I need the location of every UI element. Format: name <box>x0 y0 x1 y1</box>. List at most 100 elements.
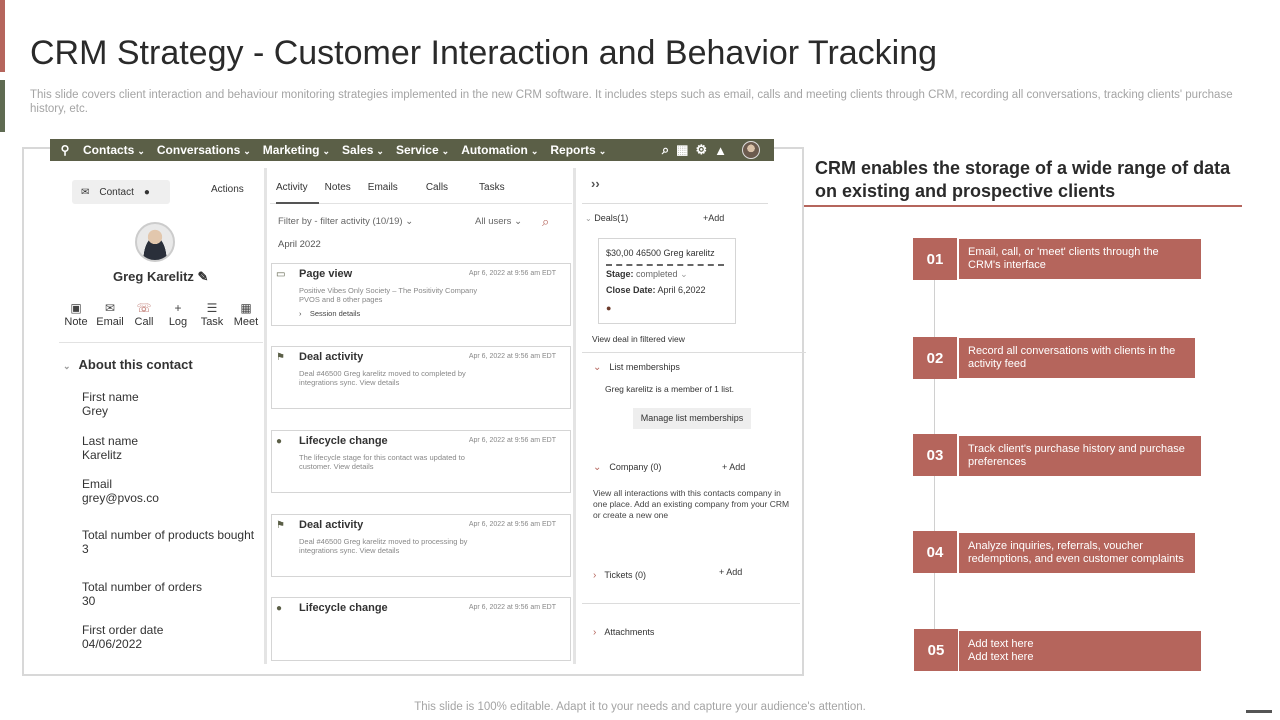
list-membership-text: Greg karelitz is a member of 1 list. <box>605 384 734 394</box>
user-avatar[interactable] <box>742 141 760 159</box>
note-icon: ▣ <box>70 301 82 315</box>
call-button[interactable]: ☏ Call <box>127 300 161 328</box>
tab-tasks[interactable]: Tasks <box>479 182 516 204</box>
manage-list-memberships-button[interactable]: Manage list memberships <box>633 408 751 429</box>
edit-pencil-icon[interactable]: ✎ <box>198 269 209 284</box>
search-icon[interactable]: ⌕ <box>542 214 549 230</box>
tab-notes[interactable]: Notes <box>325 182 362 204</box>
card-body: Deal #46500 Greg karelitz moved to proce… <box>299 537 468 555</box>
add-deal-button[interactable]: +Add <box>703 213 724 223</box>
settings-gear-icon[interactable]: ⚙ <box>695 142 707 158</box>
card-timestamp: Apr 6, 2022 at 9:56 am EDT <box>468 437 556 444</box>
nav-tools: ⌕ ▦ ⚙ ▲ <box>662 139 760 161</box>
card-body: The lifecycle stage for this contact was… <box>299 453 465 471</box>
activity-card[interactable]: ▭ Page view Apr 6, 2022 at 9:56 am EDT P… <box>271 263 571 326</box>
task-icon: ☰ <box>206 301 218 315</box>
activity-panel: Activity Notes Emails Calls Tasks Filter… <box>270 168 572 664</box>
activity-card[interactable]: ● Lifecycle change Apr 6, 2022 at 9:56 a… <box>271 430 571 493</box>
log-button[interactable]: + Log <box>161 300 195 328</box>
card-body: Positive Vibes Only Society – The Positi… <box>299 286 478 304</box>
users-dropdown[interactable]: All users ⌄ <box>475 216 522 227</box>
notifications-bell-icon[interactable]: ▲ <box>714 143 727 158</box>
heading-underline <box>804 205 1242 207</box>
chevron-down-icon: ⌄ <box>63 361 71 371</box>
add-company-button[interactable]: + Add <box>722 462 745 472</box>
deal-amount: $30,00 46500 Greg karelitz <box>606 248 715 258</box>
tab-activity[interactable]: Activity <box>276 182 319 204</box>
nav-reports[interactable]: Reports ⌄ <box>550 143 606 157</box>
field-products-bought: Total number of products bought 3 <box>82 528 255 556</box>
nav-sales[interactable]: Sales ⌄ <box>342 143 384 157</box>
step-text: Analyze inquiries, referrals, voucher re… <box>959 533 1195 573</box>
accent-bar-top <box>0 0 5 72</box>
person-icon: ● <box>276 436 283 447</box>
activity-card[interactable]: ● Lifecycle change Apr 6, 2022 at 9:56 a… <box>271 597 571 661</box>
page-view-icon: ▭ <box>276 269 286 280</box>
person-icon: ● <box>276 603 283 614</box>
contact-chip[interactable]: ✉ Contact ● <box>72 180 170 204</box>
step-number: 03 <box>913 434 957 476</box>
chevron-down-icon: ⌄ <box>530 146 539 156</box>
field-email: Email grey@pvos.co <box>82 477 159 505</box>
nav-marketing[interactable]: Marketing ⌄ <box>263 143 330 157</box>
deal-card[interactable]: $30,00 46500 Greg karelitz Stage: comple… <box>598 238 736 324</box>
step-number: 01 <box>913 238 957 280</box>
meet-icon: ▦ <box>240 301 252 315</box>
activity-card[interactable]: ⚑ Deal activity Apr 6, 2022 at 9:56 am E… <box>271 346 571 409</box>
deal-close-date: Close Date: April 6,2022 <box>606 285 706 295</box>
crm-top-nav: ⚲ Contacts ⌄ Conversations ⌄ Marketing ⌄ Sa… <box>50 139 774 161</box>
email-icon: ✉ <box>104 301 116 315</box>
add-ticket-button[interactable]: + Add <box>719 567 742 577</box>
chevron-down-icon: ⌄ <box>243 146 251 156</box>
contact-sidebar: ✉ Contact ● Actions Greg Karelitz ✎ ▣ Not… <box>55 170 263 664</box>
contact-chip-label: Contact <box>99 186 134 198</box>
marketplace-icon[interactable]: ▦ <box>676 142 688 158</box>
tickets-toggle[interactable]: › Tickets (0) <box>593 570 646 581</box>
chevron-down-icon: ⌄ <box>405 216 414 227</box>
tab-emails[interactable]: Emails <box>368 182 420 204</box>
contact-avatar <box>135 222 175 262</box>
card-title: Lifecycle change <box>299 602 388 614</box>
envelope-icon: ✉ <box>81 186 90 198</box>
field-last-name: Last name Karelitz <box>82 434 139 462</box>
chevron-down-icon: ⌄ <box>137 146 145 156</box>
footer-note: This slide is 100% editable. Adapt it to… <box>414 701 866 713</box>
deals-toggle[interactable]: ⌄ Deals(1) <box>585 213 628 223</box>
view-deal-link[interactable]: View deal in filtered view <box>592 334 685 344</box>
chevron-right-icon: › <box>593 627 597 638</box>
search-icon[interactable]: ⌕ <box>662 142 669 158</box>
handshake-icon: ⚑ <box>276 520 285 531</box>
task-button[interactable]: ☰ Task <box>195 300 229 328</box>
double-chevron-right-icon[interactable]: ›› <box>591 176 600 191</box>
slide-subtitle: This slide covers client interaction and… <box>30 89 1233 115</box>
session-details-link[interactable]: › Session details <box>299 309 360 318</box>
dashed-divider <box>606 264 724 266</box>
about-contact-toggle[interactable]: ⌄ About this contact <box>63 357 193 372</box>
filter-activity-dropdown[interactable]: Filter by - filter activity (10/19) ⌄ <box>278 216 413 227</box>
step-text: Add text here Add text here <box>959 631 1201 671</box>
nav-contacts[interactable]: Contacts ⌄ <box>83 143 145 157</box>
nav-service[interactable]: Service ⌄ <box>396 143 449 157</box>
chevron-down-icon: ⌄ <box>514 216 523 227</box>
nav-automation[interactable]: Automation ⌄ <box>461 143 538 157</box>
card-timestamp: Apr 6, 2022 at 9:56 am EDT <box>468 270 556 277</box>
note-button[interactable]: ▣ Note <box>59 300 93 328</box>
divider <box>59 342 263 343</box>
tab-calls[interactable]: Calls <box>426 182 473 204</box>
handshake-icon: ⚑ <box>276 352 285 363</box>
hub-logo-icon[interactable]: ⚲ <box>54 143 76 157</box>
company-toggle[interactable]: ⌄ Company (0) <box>593 462 661 473</box>
meet-button[interactable]: ▦ Meet <box>229 300 263 328</box>
nav-conversations[interactable]: Conversations ⌄ <box>157 143 251 157</box>
card-body: Deal #46500 Greg karelitz moved to compl… <box>299 369 466 387</box>
actions-menu[interactable]: Actions <box>211 184 244 195</box>
step-text: Track client's purchase history and purc… <box>959 436 1201 476</box>
list-memberships-toggle[interactable]: ⌄ List memberships <box>593 362 680 373</box>
step-number: 04 <box>913 531 957 573</box>
chevron-down-icon: ⌄ <box>376 146 384 156</box>
field-first-name: First name Grey <box>82 390 139 418</box>
activity-card[interactable]: ⚑ Deal activity Apr 6, 2022 at 9:56 am E… <box>271 514 571 577</box>
attachments-toggle[interactable]: › Attachments <box>593 627 654 638</box>
email-button[interactable]: ✉ Email <box>93 300 127 328</box>
chevron-down-icon: ⌄ <box>593 362 602 373</box>
